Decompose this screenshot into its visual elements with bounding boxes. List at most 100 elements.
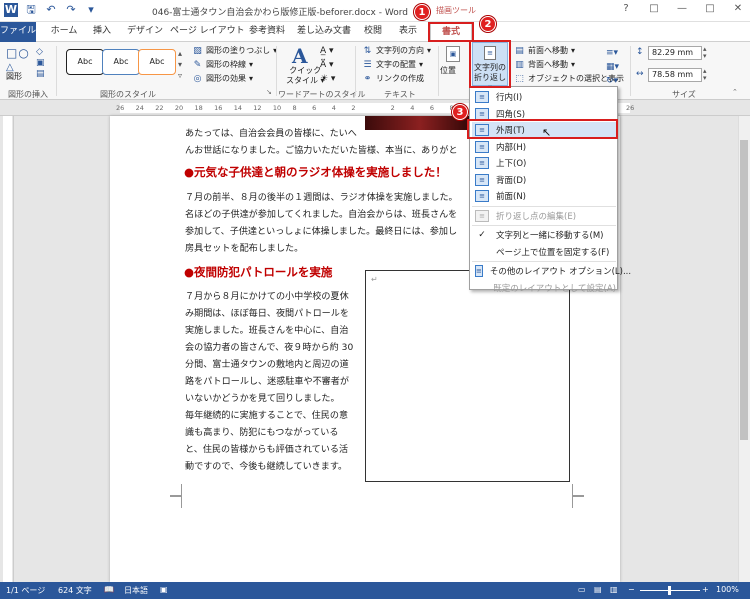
shape-width-input[interactable]: 78.58 mm <box>648 68 702 82</box>
bring-forward-icon: ▤ <box>515 45 524 56</box>
text-fill-icon[interactable]: A̲ ▾ <box>320 46 334 56</box>
send-backward-button[interactable]: ▥ 背面へ移動 ▾ <box>514 59 575 70</box>
shape-style-preview-2[interactable]: Abc <box>102 49 140 75</box>
wrap-menu-item-label: 折り返し点の編集(E) <box>496 211 577 222</box>
print-layout-icon[interactable]: ▤ <box>594 585 602 594</box>
window-title: 046-富士通タウン自治会かわら版修正版-beforer.docx - Word <box>152 8 408 18</box>
wordart-group-label: ワードアートのスタイル <box>278 90 366 99</box>
collapse-ribbon-icon[interactable]: ⌃ <box>732 88 738 96</box>
shape-height-input[interactable]: 82.29 mm <box>648 46 702 60</box>
wrap-menu-item-label: 前面(N) <box>496 192 526 203</box>
ruler-tick-label: 24 <box>135 104 144 112</box>
tab-design[interactable]: デザイン <box>122 22 168 42</box>
align-group-rotate-icons[interactable]: ≡▾ ▦▾ ↻▾ <box>606 46 619 88</box>
wrap-menu-item[interactable]: ≡ 上下(O) <box>472 155 616 172</box>
wrap-menu-item[interactable]: ≡ 前面(N) <box>472 188 616 205</box>
ruler-tick-label: 10 <box>272 104 282 112</box>
wrap-menu-item[interactable]: ≡ 行内(I) <box>472 89 616 106</box>
tab-file[interactable]: ファイル <box>0 22 36 42</box>
tab-mailings[interactable]: 差し込み文書 <box>294 22 354 42</box>
height-spinner-icon[interactable]: ▴ ▾ <box>703 46 707 60</box>
style-gallery-scroll-icon[interactable]: ▴ ▾ ▿ <box>178 48 182 81</box>
text-effects-icon[interactable]: ☀ ▾ <box>320 74 335 84</box>
zoom-level[interactable]: 100% <box>716 585 739 594</box>
body-text-line: 路をパトロールし、迷惑駐車や不審者が <box>185 377 349 387</box>
shape-style-preview-3[interactable]: Abc <box>138 49 176 75</box>
wrap-menu-item[interactable]: ≡ 背面(D) <box>472 172 616 189</box>
wrap-menu-item[interactable]: ≡ その他のレイアウト オプション(L)... <box>472 263 631 280</box>
paragraph-mark-icon: ↵ <box>371 275 378 284</box>
wrap-menu-item-label: 既定のレイアウトとして設定(A) <box>493 283 616 294</box>
save-icon[interactable]: 🖫 <box>24 3 38 17</box>
help-button[interactable]: ? <box>618 3 634 14</box>
maximize-button[interactable]: □ <box>702 3 718 14</box>
shape-fill-button[interactable]: ▧図形の塗りつぶし▾ <box>192 45 277 56</box>
text-fill-icons[interactable]: A̲ ▾ A⃡ ▾ ☀ ▾ <box>320 44 335 86</box>
effects-icon: ◎ <box>193 73 202 84</box>
customize-qat-icon[interactable]: ▾ <box>84 3 98 17</box>
edit-shape-icon[interactable]: ◇ ▣ ▤ <box>36 47 45 80</box>
wrap-menu-item[interactable]: ✓ 文字列と一緒に移動する(M) <box>472 227 616 244</box>
read-mode-icon[interactable]: ▭ <box>578 585 586 594</box>
wrap-menu-item-label: 四角(S) <box>496 109 526 120</box>
minimize-button[interactable]: — <box>674 3 690 14</box>
square-wrap-icon: ≡ <box>475 107 489 120</box>
tab-page-layout[interactable]: ページ レイアウト <box>170 22 245 42</box>
width-spinner-icon[interactable]: ▴ ▾ <box>703 68 707 82</box>
shape-effects-button[interactable]: ◎ 図形の効果 ▾ <box>192 73 253 84</box>
tab-home[interactable]: ホーム <box>44 22 84 42</box>
zoom-in-icon[interactable]: + <box>702 585 709 594</box>
macro-record-icon[interactable]: ▣ <box>160 585 168 594</box>
margin-corner-mark <box>170 484 182 496</box>
bring-forward-button[interactable]: ▤ 前面へ移動 ▾ <box>514 45 575 56</box>
wrap-menu-item[interactable]: ≡ 内部(H) <box>472 139 616 156</box>
web-layout-icon[interactable]: ▥ <box>610 585 618 594</box>
word-count[interactable]: 624 文字 <box>58 585 92 596</box>
shape-style-preview-1[interactable]: Abc <box>66 49 104 75</box>
zoom-out-icon[interactable]: − <box>628 585 635 594</box>
quick-styles-button[interactable]: クイック スタイル ▾ <box>286 66 325 86</box>
tab-view[interactable]: 表示 <box>392 22 424 42</box>
selected-text-box[interactable]: ↵ <box>365 270 570 482</box>
tab-references[interactable]: 参考資料 <box>244 22 290 42</box>
dialog-launcher-icon[interactable]: ↘ <box>266 88 272 96</box>
ruler-tick-label: 22 <box>155 104 164 112</box>
title-bar: W 🖫 ↶ ↷ ▾ 046-富士通タウン自治会かわら版修正版-beforer.d… <box>0 0 750 22</box>
wrap-menu-item-label: 内部(H) <box>496 142 527 153</box>
zoom-slider-thumb[interactable] <box>668 586 671 595</box>
position-icon[interactable]: ▣ <box>446 46 460 62</box>
ruler-tick-label: 8 <box>292 104 297 112</box>
shapes-button[interactable]: 図形 <box>6 72 22 82</box>
tab-insert[interactable]: 挿入 <box>86 22 118 42</box>
margin-corner-mark <box>572 484 584 496</box>
margin-corner-mark <box>170 496 182 508</box>
proofing-icon[interactable]: 📖 <box>104 585 114 594</box>
ruler-tick-label: 20 <box>174 104 184 112</box>
wrap-menu-item-label: その他のレイアウト オプション(L)... <box>489 267 632 278</box>
language-indicator[interactable]: 日本語 <box>124 585 148 596</box>
heading-night-patrol: ●夜間防犯パトロールを実施 <box>184 265 333 279</box>
page-count[interactable]: 1/1 ページ <box>6 585 45 596</box>
ruler-tick-label: 2 <box>390 104 395 112</box>
text-outline-icon[interactable]: A⃡ ▾ <box>320 60 334 70</box>
text-direction-button[interactable]: ⇅ 文字列の方向 ▾ <box>362 45 431 56</box>
wrap-menu-item[interactable]: ページ上で位置を固定する(F) <box>472 244 616 261</box>
create-link-button[interactable]: ⚭ リンクの作成 <box>362 73 424 84</box>
align-text-button[interactable]: ☰ 文字の配置 ▾ <box>362 59 423 70</box>
close-button[interactable]: ✕ <box>730 3 746 14</box>
shape-outline-button[interactable]: ✎ 図形の枠線 ▾ <box>192 59 253 70</box>
separator <box>355 46 356 96</box>
insert-shapes-group-label: 図形の挿入 <box>8 90 48 99</box>
redo-icon[interactable]: ↷ <box>64 3 78 17</box>
ribbon-display-button[interactable]: □ <box>646 3 662 14</box>
position-button[interactable]: 位置 <box>440 66 456 76</box>
layout-options-icon: ≡ <box>475 265 483 278</box>
tab-review[interactable]: 校閲 <box>358 22 388 42</box>
behind-text-icon: ≡ <box>475 173 489 186</box>
ruler-tick-label: 12 <box>253 104 262 112</box>
wrap-menu-item-label: 行内(I) <box>496 93 523 104</box>
scrollbar-thumb[interactable] <box>740 140 748 440</box>
shapes-gallery-icon[interactable]: □○ <box>6 46 30 60</box>
undo-icon[interactable]: ↶ <box>44 3 58 17</box>
callout-box-format-tab <box>428 22 474 42</box>
